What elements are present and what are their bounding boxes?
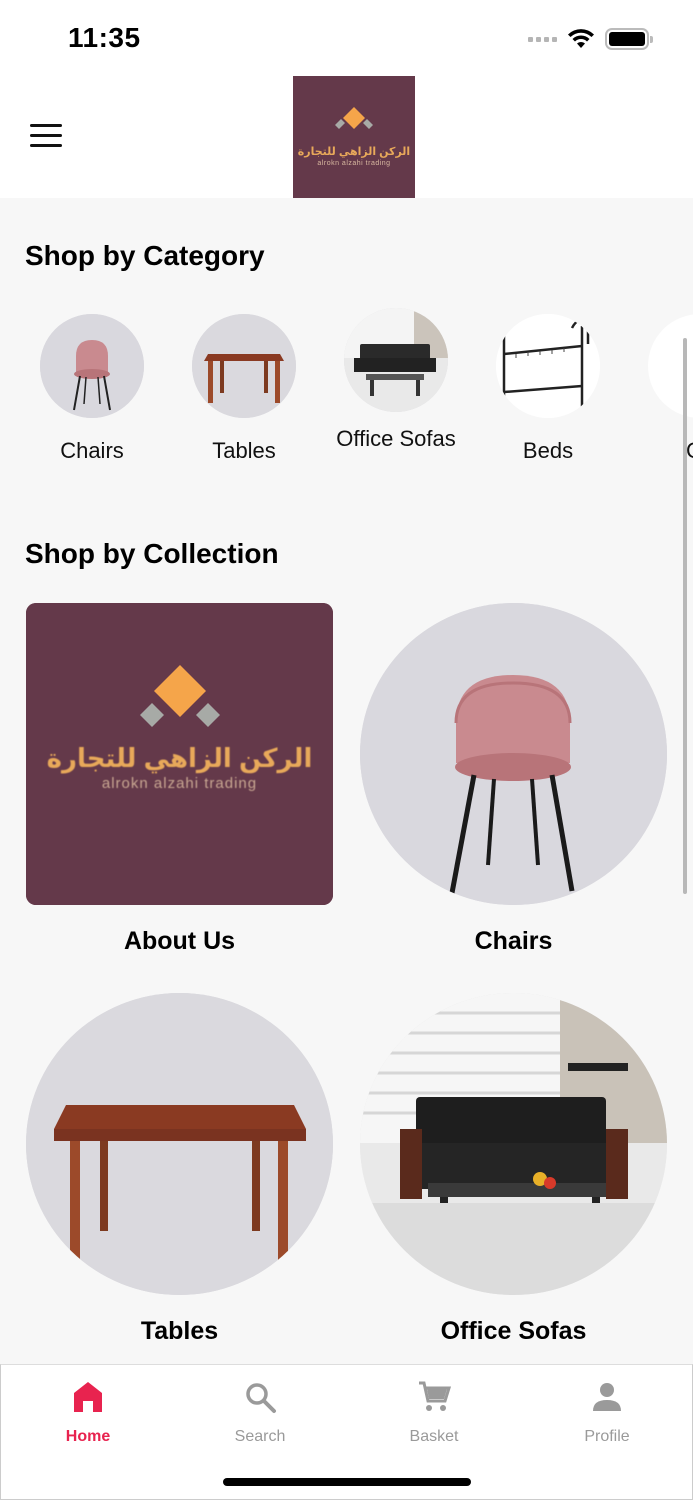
status-icons [528, 28, 653, 50]
brand-logo[interactable]: الركن الزاهي للتجارة alrokn alzahi tradi… [293, 76, 415, 198]
collection-label: Tables [140, 1317, 219, 1345]
table-image [26, 993, 333, 1295]
collection-card-chairs[interactable]: Chairs [360, 603, 667, 956]
brand-logo-image: الركن الزاهي للتجارة alrokn alzahi tradi… [26, 603, 333, 905]
tab-label: Home [65, 1428, 111, 1445]
tab-label: Search [234, 1428, 286, 1445]
about-logo-latin: alrokn alzahi trading [101, 775, 258, 792]
home-icon [74, 1382, 102, 1412]
logo-arabic-text: الركن الزاهي للتجارة [297, 146, 411, 158]
category-item-beds[interactable]: Beds [473, 306, 623, 464]
scrollbar[interactable] [683, 338, 687, 894]
tab-basket[interactable]: Basket [374, 1379, 494, 1446]
battery-icon [605, 28, 653, 50]
app-header: الركن الزاهي للتجارة alrokn alzahi tradi… [0, 76, 693, 198]
logo-latin-text: alrokn alzahi trading [317, 160, 391, 167]
search-icon [246, 1383, 276, 1413]
bed-image [496, 314, 600, 418]
category-label: Chairs [60, 438, 124, 463]
hamburger-menu-icon[interactable] [30, 124, 62, 148]
collection-card-office-sofas[interactable]: Office Sofas [360, 993, 667, 1346]
category-item-tables[interactable]: Tables [169, 306, 319, 464]
category-item-office-sofas[interactable]: Office Sofas [321, 306, 471, 452]
status-time: 11:35 [68, 22, 141, 53]
tab-label: Profile [584, 1428, 630, 1445]
tab-search[interactable]: Search [200, 1379, 320, 1446]
sofa-image [344, 308, 448, 412]
status-bar: 11:35 [0, 0, 693, 76]
sofa-image [360, 993, 667, 1295]
signal-icon [528, 36, 557, 42]
logo-diamond-icon [335, 107, 373, 129]
category-label: Tables [212, 438, 276, 463]
chair-image [360, 603, 667, 905]
collection-label: About Us [123, 927, 236, 955]
about-logo-arabic: الركن الزاهي للتجارة [46, 743, 313, 773]
tab-profile[interactable]: Profile [547, 1379, 667, 1446]
collection-label: Office Sofas [440, 1317, 587, 1345]
tab-home[interactable]: Home [28, 1379, 148, 1446]
category-item-chairs[interactable]: Chairs [17, 306, 167, 464]
tab-label: Basket [409, 1428, 459, 1445]
category-label: Beds [522, 438, 574, 463]
person-icon [593, 1383, 621, 1411]
cart-icon [419, 1381, 452, 1411]
category-section-title: Shop by Category [25, 240, 265, 271]
collection-card-about-us[interactable]: الركن الزاهي للتجارة alrokn alzahi tradi… [26, 603, 333, 956]
collection-section-title: Shop by Collection [25, 538, 279, 569]
category-carousel[interactable]: Chairs Tables Office Sofas Beds [0, 306, 693, 496]
home-indicator [223, 1478, 471, 1486]
category-label: Office Sofas [336, 426, 456, 451]
chair-image [40, 314, 144, 418]
collection-card-tables[interactable]: Tables [26, 993, 333, 1346]
table-image [192, 314, 296, 418]
collection-label: Chairs [474, 927, 553, 955]
wifi-icon [568, 29, 594, 48]
